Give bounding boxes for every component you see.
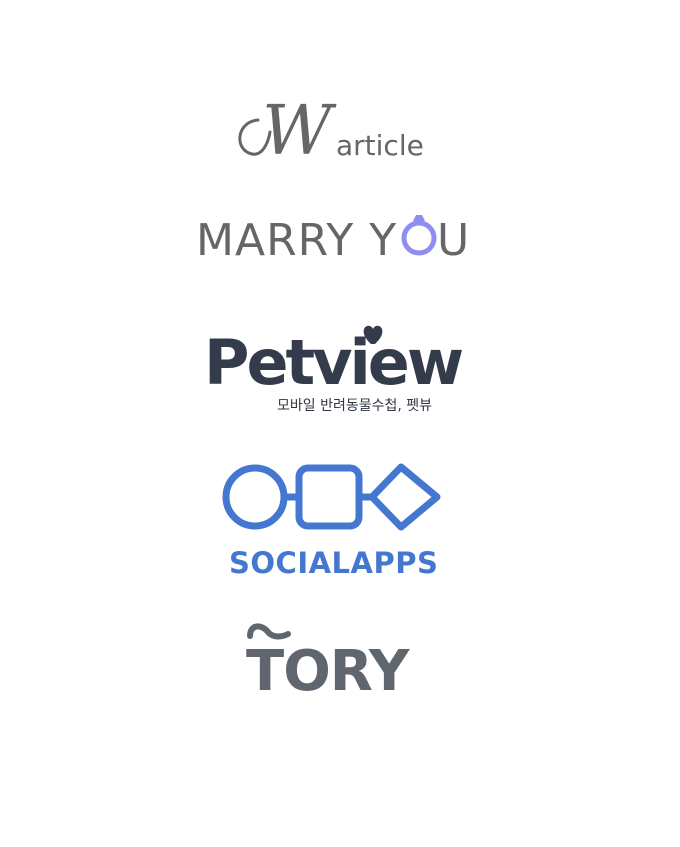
circle-square-diamond-icon [222,463,441,531]
warticle-logo-graphic: W article [238,92,424,171]
tory-swash [247,623,291,640]
warticle-script-w: W [262,92,337,171]
ring-icon [401,215,437,256]
socialapps-wordmark: SOCIALAPPS [229,546,438,580]
marry-you-wordmark-part2: U [437,215,469,266]
petview-wordmark: Petview [204,326,463,399]
warticle-wordmark: article [336,129,424,162]
tory-logo-graphic: TORY [246,623,412,704]
socialapps-logo-graphic: SOCIALAPPS [222,463,441,580]
marry-you-wordmark-part1: MARRY Y [196,215,397,266]
tory-logo: TORY [0,620,680,704]
warticle-logo: W article [0,80,680,171]
marry-you-logo-graphic: MARRY Y U [196,215,469,266]
petview-logo-graphic: Petview [204,325,466,399]
petview-caption: 모바일 반려동물수첩, 펫뷰 [277,398,433,414]
marry-you-logo: MARRY Y U [0,205,680,266]
petview-logo: Petview 모바일 반려동물수첩, 펫뷰 [0,310,680,420]
tory-wordmark: TORY [246,639,411,704]
socialapps-logo: SOCIALAPPS [0,455,680,585]
